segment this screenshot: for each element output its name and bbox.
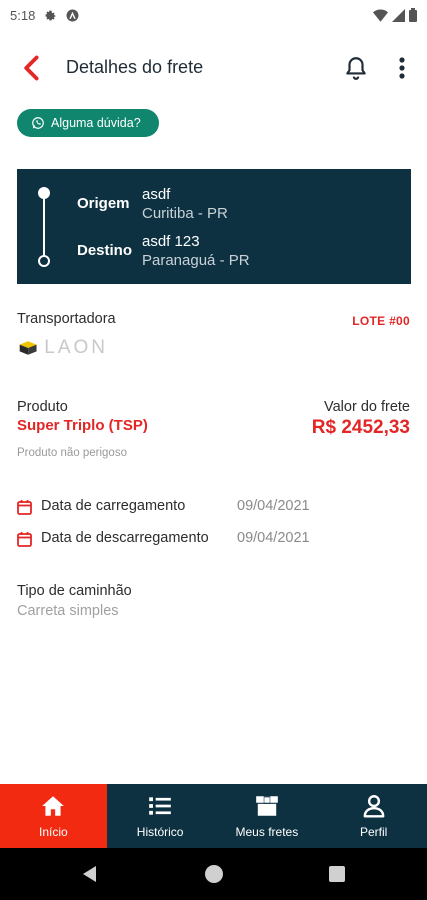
carrier-label: Transportadora: [17, 311, 116, 327]
destination-city: Paranaguá - PR: [142, 252, 250, 269]
nav-item-meus-fretes[interactable]: Meus fretes: [214, 784, 321, 848]
truck-type-value: Carreta simples: [17, 603, 119, 619]
freight-value: R$ 2452,33: [311, 417, 410, 438]
calendar-icon: [17, 500, 32, 515]
help-button-label: Alguma dúvida?: [51, 116, 141, 130]
more-vert-icon[interactable]: [392, 54, 412, 82]
product-hazard-note: Produto não perigoso: [17, 447, 127, 459]
whatsapp-icon: [32, 117, 44, 129]
status-bar-left: 5:18: [10, 8, 79, 23]
origin-city: Curitiba - PR: [142, 205, 228, 222]
wifi-icon: [373, 9, 388, 22]
system-nav-bar: [0, 848, 427, 900]
bottom-nav: Início Histórico Meus fretes Perfil: [0, 784, 427, 848]
origin-name: asdf: [142, 186, 171, 203]
lot-badge: LOTE #00: [352, 314, 410, 328]
battery-icon: [409, 8, 417, 22]
route-line: [43, 192, 45, 261]
status-bar-right: [373, 8, 417, 22]
freight-value-label: Valor do frete: [324, 399, 410, 415]
app-notification-icon: [66, 9, 79, 21]
app-bar: Detalhes do frete: [0, 40, 427, 96]
truck-type-label: Tipo de caminhão: [17, 583, 132, 599]
system-back-icon[interactable]: [80, 864, 100, 884]
loading-date-label: Data de carregamento: [41, 498, 186, 514]
calendar-icon: [17, 532, 32, 547]
system-home-icon[interactable]: [205, 865, 223, 883]
laon-logo-icon: [19, 341, 37, 355]
loading-date-value: 09/04/2021: [237, 498, 310, 514]
loading-date-row: Data de carregamento 09/04/2021: [17, 497, 411, 519]
bell-icon[interactable]: [343, 54, 369, 82]
person-icon: [363, 795, 385, 818]
nav-item-inicio[interactable]: Início: [0, 784, 107, 848]
system-recents-icon[interactable]: [329, 866, 345, 882]
nav-item-label: Perfil: [359, 825, 388, 839]
origin-label: Origem: [77, 195, 130, 212]
list-icon: [149, 797, 171, 815]
product-label: Produto: [17, 399, 68, 415]
carrier-logo: LAON: [18, 335, 108, 361]
unloading-date-row: Data de descarregamento 09/04/2021: [17, 529, 411, 551]
settings-icon: [45, 10, 56, 20]
nav-item-perfil[interactable]: Perfil: [320, 784, 427, 848]
signal-icon: [392, 8, 405, 22]
page-title: Detalhes do frete: [66, 57, 204, 77]
back-arrow-icon[interactable]: [18, 54, 46, 82]
nav-item-label: Meus fretes: [235, 825, 299, 839]
box-icon: [256, 796, 278, 816]
unloading-date-label: Data de descarregamento: [41, 530, 209, 546]
status-bar: 5:18: [0, 0, 427, 30]
whatsapp-help-button[interactable]: Alguma dúvida?: [17, 109, 159, 137]
destination-marker: [38, 255, 50, 267]
nav-item-historico[interactable]: Histórico: [107, 784, 214, 848]
route-card: Origem asdf Curitiba - PR Destino asdf 1…: [17, 169, 411, 284]
nav-item-label: Histórico: [136, 825, 184, 839]
unloading-date-value: 09/04/2021: [237, 530, 310, 546]
product-name: Super Triplo (TSP): [17, 417, 148, 434]
destination-name: asdf 123: [142, 233, 200, 250]
status-time: 5:18: [10, 7, 36, 23]
origin-marker: [38, 187, 50, 199]
carrier-logo-text: LAON: [44, 337, 108, 358]
nav-item-label: Início: [39, 825, 68, 839]
destination-label: Destino: [77, 242, 133, 259]
home-icon: [42, 796, 65, 816]
